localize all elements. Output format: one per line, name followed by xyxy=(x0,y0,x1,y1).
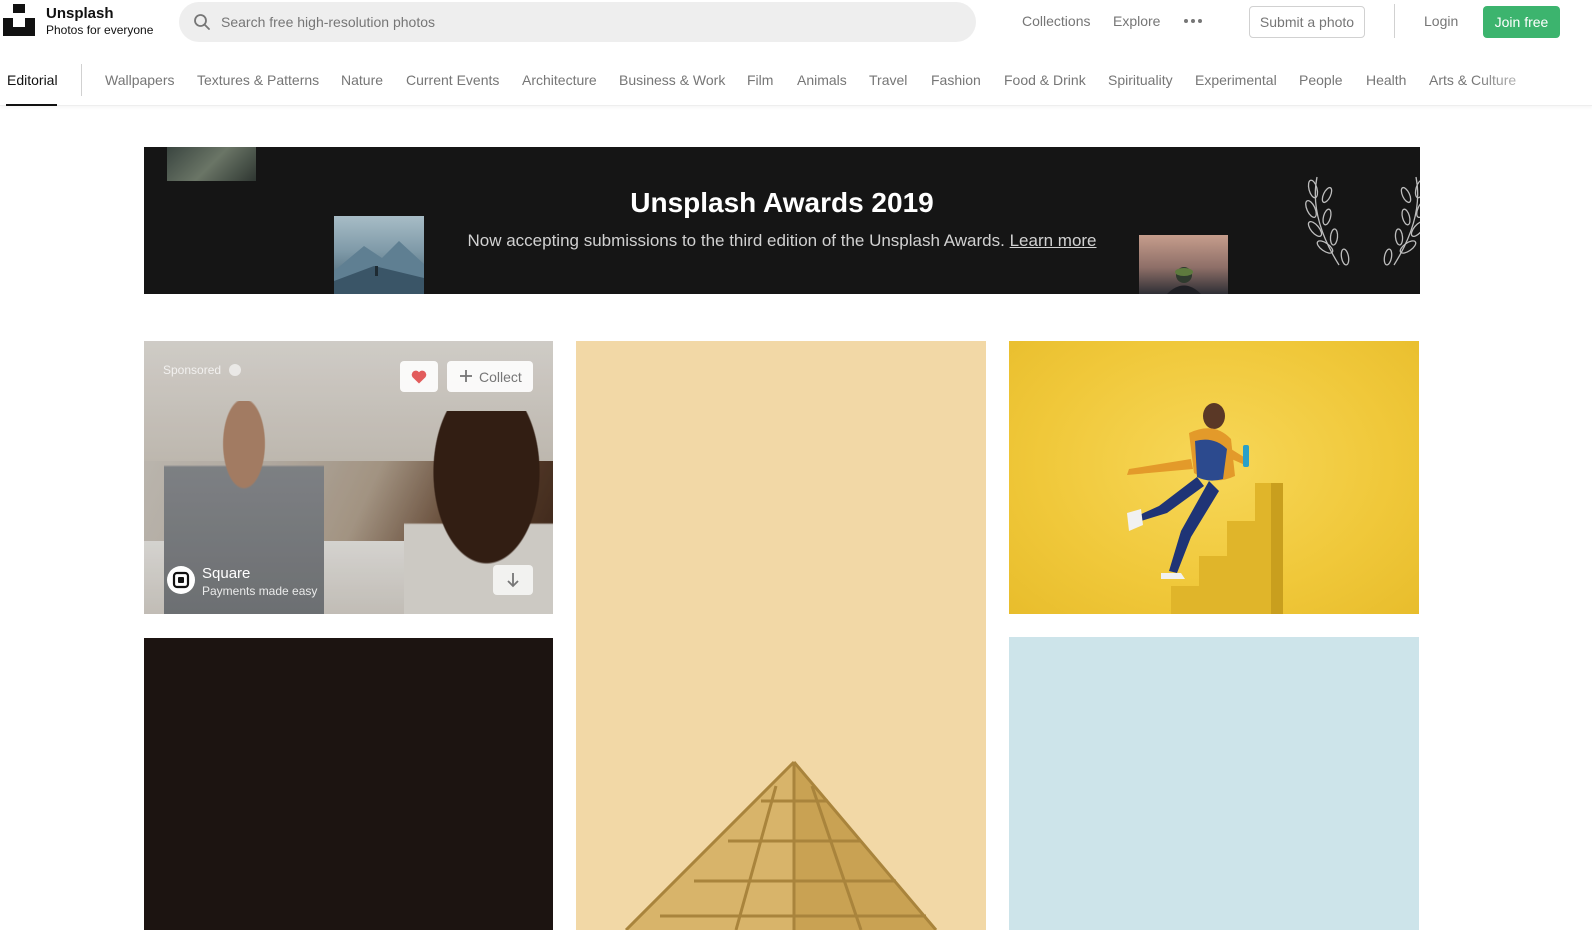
tab-business-work[interactable]: Business & Work xyxy=(619,72,725,89)
active-tab-indicator xyxy=(6,104,57,106)
awards-banner[interactable]: Unsplash Awards 2019 Now accepting submi… xyxy=(144,147,1420,294)
search-bar[interactable] xyxy=(179,2,976,42)
banner-thumbnail xyxy=(334,216,424,294)
heart-icon xyxy=(411,370,427,384)
join-free-button[interactable]: Join free xyxy=(1483,6,1560,38)
plus-icon xyxy=(460,370,472,382)
tab-animals[interactable]: Animals xyxy=(797,72,847,89)
tab-people[interactable]: People xyxy=(1299,72,1343,89)
category-nav: Editorial Wallpapers Textures & Patterns… xyxy=(0,56,1592,106)
laurel-right-icon xyxy=(1383,176,1420,266)
sponsored-label: Sponsored xyxy=(163,363,222,377)
collect-label: Collect xyxy=(479,368,522,385)
submit-photo-button[interactable]: Submit a photo xyxy=(1249,6,1365,38)
laurel-left-icon xyxy=(1305,176,1350,266)
brand[interactable]: Unsplash Photos for everyone xyxy=(46,5,153,38)
tab-nature[interactable]: Nature xyxy=(341,72,383,89)
search-icon[interactable] xyxy=(193,13,211,31)
banner-text: Now accepting submissions to the third e… xyxy=(144,231,1420,251)
tab-editorial[interactable]: Editorial xyxy=(7,72,58,89)
sponsor-name[interactable]: Square xyxy=(202,565,250,582)
header-divider xyxy=(1394,4,1395,38)
tab-film[interactable]: Film xyxy=(747,72,773,89)
collect-button[interactable]: Collect xyxy=(447,361,533,392)
arrow-down-icon xyxy=(507,573,519,588)
tab-textures-patterns[interactable]: Textures & Patterns xyxy=(197,72,319,89)
download-button[interactable] xyxy=(493,565,533,595)
category-divider xyxy=(81,64,82,96)
photo-card[interactable] xyxy=(576,341,986,930)
tab-spirituality[interactable]: Spirituality xyxy=(1108,72,1173,89)
like-button[interactable] xyxy=(400,361,438,392)
learn-more-link[interactable]: Learn more xyxy=(1010,231,1097,250)
tab-health[interactable]: Health xyxy=(1366,72,1406,89)
sponsor-tagline: Payments made easy xyxy=(202,584,318,598)
tab-wallpapers[interactable]: Wallpapers xyxy=(105,72,175,89)
tab-architecture[interactable]: Architecture xyxy=(522,72,597,89)
search-input[interactable] xyxy=(221,2,961,42)
brand-tagline: Photos for everyone xyxy=(46,23,154,37)
tab-travel[interactable]: Travel xyxy=(869,72,907,89)
tab-current-events[interactable]: Current Events xyxy=(406,72,499,89)
brand-name: Unsplash xyxy=(46,5,114,22)
glass-pyramid-image xyxy=(624,760,938,930)
banner-thumbnail xyxy=(167,147,256,181)
tab-food-drink[interactable]: Food & Drink xyxy=(1004,72,1086,89)
tab-experimental[interactable]: Experimental xyxy=(1195,72,1277,89)
photo-card[interactable] xyxy=(1009,341,1419,614)
login-link[interactable]: Login xyxy=(1424,13,1458,30)
avatar[interactable] xyxy=(167,566,195,594)
banner-description: Now accepting submissions to the third e… xyxy=(467,231,1005,250)
photo-card[interactable] xyxy=(144,638,553,930)
mountain-image xyxy=(334,241,424,294)
runner-on-stairs-image xyxy=(1127,403,1283,614)
tab-fashion[interactable]: Fashion xyxy=(931,72,981,89)
info-icon[interactable] xyxy=(229,364,241,376)
nav-collections[interactable]: Collections xyxy=(1022,13,1090,30)
photo-card[interactable] xyxy=(1009,637,1419,930)
banner-title: Unsplash Awards 2019 xyxy=(630,187,934,218)
more-icon[interactable] xyxy=(1183,14,1203,28)
sponsored-photo-card[interactable]: Sponsored Collect Square Payments made e… xyxy=(144,341,553,614)
top-header: Unsplash Photos for everyone Collections… xyxy=(0,0,1592,44)
category-scroll-fade xyxy=(1472,56,1592,105)
unsplash-logo-icon[interactable] xyxy=(3,4,35,36)
square-logo-icon xyxy=(172,571,190,589)
nav-explore[interactable]: Explore xyxy=(1113,13,1160,30)
